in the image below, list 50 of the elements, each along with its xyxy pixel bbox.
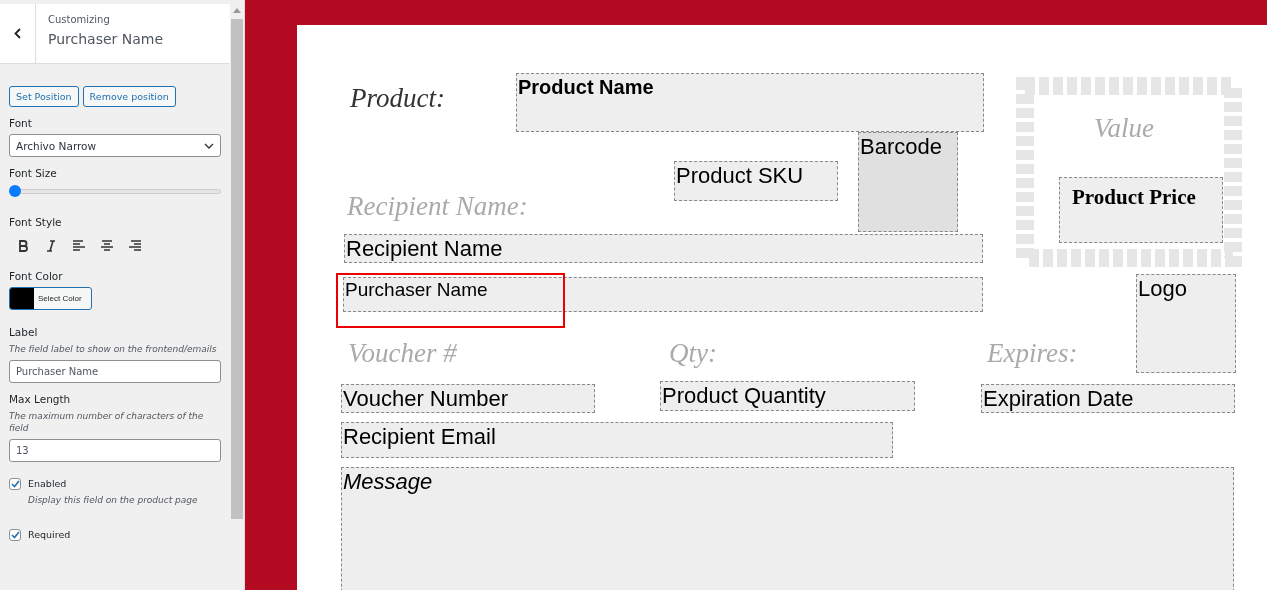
align-center-icon <box>100 240 113 251</box>
font-label: Font <box>9 117 33 129</box>
voucher-field[interactable]: Purchaser Name <box>343 277 983 312</box>
voucher-field[interactable]: Product Name <box>516 73 984 132</box>
max-length-label: Max Length <box>9 392 72 405</box>
align-left-button[interactable] <box>70 237 87 254</box>
voucher-field[interactable]: Product Quantity <box>660 381 915 411</box>
chevron-down-icon <box>204 142 214 149</box>
bold-icon <box>17 239 28 252</box>
align-center-button[interactable] <box>98 237 115 254</box>
align-right-icon <box>128 240 141 251</box>
slider-thumb[interactable] <box>9 185 21 197</box>
voucher-label: Expires: <box>987 338 1078 369</box>
position-button[interactable]: Set Position <box>9 86 79 107</box>
voucher-label: Qty: <box>669 338 717 369</box>
voucher-field[interactable]: Product SKU <box>674 161 838 201</box>
voucher-field[interactable]: Voucher Number <box>341 384 595 413</box>
voucher-field[interactable]: Recipient Email <box>341 422 893 458</box>
font-style-label: Font Style <box>9 216 63 228</box>
voucher-label: Value <box>1094 113 1154 144</box>
label-input[interactable]: Purchaser Name <box>9 359 221 383</box>
position-button[interactable]: Remove position <box>82 86 176 107</box>
voucher-field[interactable]: Expiration Date <box>981 384 1235 413</box>
max-length-input[interactable]: 13 <box>9 438 221 462</box>
checkbox-label: Required <box>28 529 71 541</box>
font-select[interactable]: Archivo Narrow <box>9 134 221 157</box>
select-color-button[interactable]: Select Color <box>9 287 92 310</box>
font-size-label: Font Size <box>9 167 58 179</box>
checkbox[interactable] <box>9 528 21 541</box>
voucher-label: Product: <box>350 83 445 114</box>
voucher-field[interactable]: Recipient Name <box>344 234 983 263</box>
checkbox-label: Enabled <box>28 478 67 490</box>
font-color-label: Font Color <box>9 270 64 282</box>
panel-title: Purchaser Name <box>48 31 164 47</box>
align-left-icon <box>72 240 85 251</box>
voucher-label: Voucher # <box>348 338 457 369</box>
voucher-label: Recipient Name: <box>347 191 528 222</box>
voucher-field[interactable]: Logo <box>1136 274 1236 373</box>
label-description: The field label to show on the frontend/emails <box>9 343 218 356</box>
label-label: Label <box>9 326 39 338</box>
align-right-button[interactable] <box>126 237 143 254</box>
chevron-left-icon <box>14 28 21 39</box>
checkbox-description: Display this field on the product page <box>28 494 199 505</box>
voucher-field[interactable]: Product Price <box>1059 177 1223 243</box>
voucher-field[interactable]: Message <box>341 467 1234 590</box>
max-length-description: The maximum number of characters of the field <box>9 409 205 435</box>
breadcrumb: Customizing <box>48 14 111 25</box>
italic-icon <box>45 239 56 252</box>
voucher-field[interactable]: Barcode <box>858 132 958 232</box>
checkbox[interactable] <box>9 477 21 490</box>
